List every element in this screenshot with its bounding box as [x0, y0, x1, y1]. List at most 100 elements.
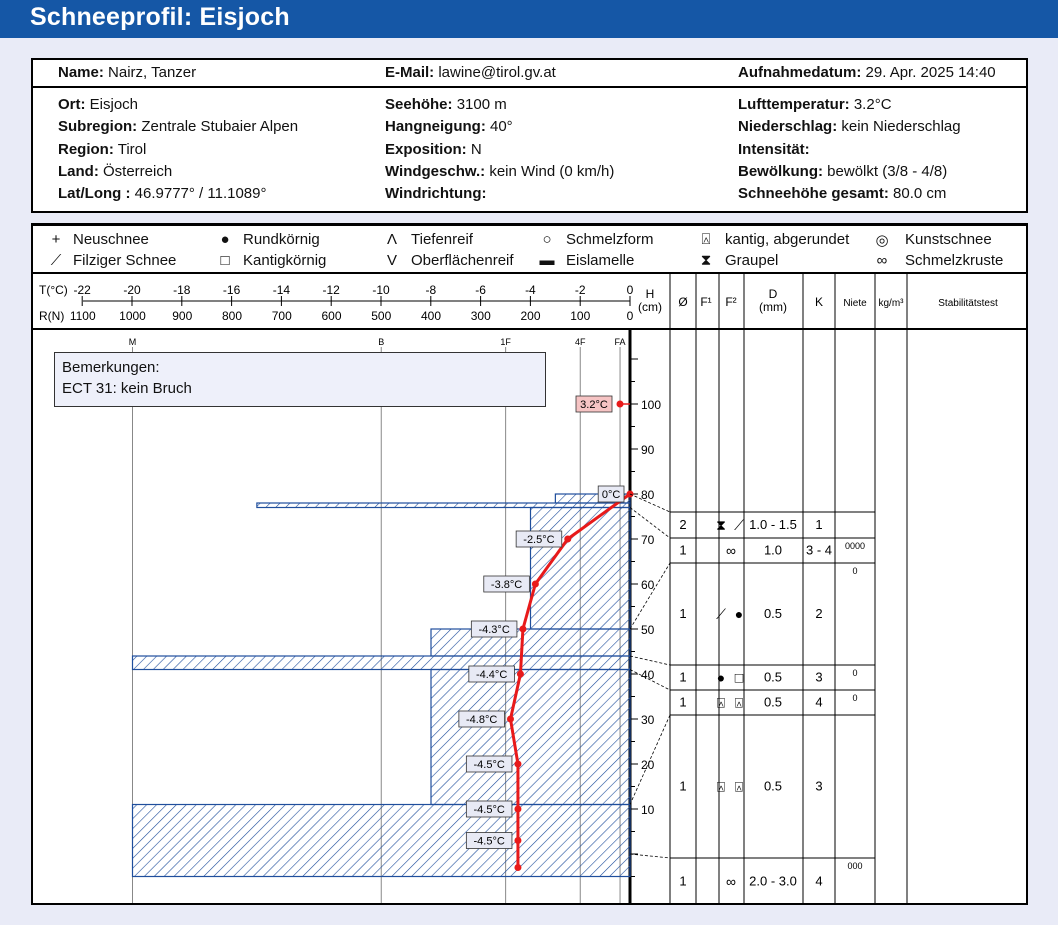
temp-point — [514, 805, 522, 813]
ram-tick-label: 1000 — [119, 309, 146, 323]
intensitaet-field: Intensität: — [738, 141, 810, 158]
exposition-field: Exposition: N — [385, 141, 482, 158]
layer-niete: 0 — [852, 668, 857, 678]
layer-moisture: 1 — [679, 606, 686, 621]
rounded-faceted-icon: ⍓ — [717, 695, 725, 711]
temp-label: -3.8°C — [491, 579, 522, 591]
table-header: Niete — [843, 298, 867, 309]
height-tick-label: 50 — [641, 623, 655, 637]
layer-hardness: 3 — [815, 670, 822, 685]
temp-label: -4.8°C — [466, 714, 497, 726]
latlong-value: 46.9777° / 11.1089° — [134, 185, 267, 202]
square-icon: □ — [735, 670, 744, 686]
hardness-label: 1F — [500, 337, 511, 347]
profile-chart: T(°C)R(N)-22 -20 -18 -16 -14 -12 -10 -8 -6 -4 -2 01… — [33, 225, 1026, 903]
seehoehe-value: 3100 m — [456, 96, 507, 113]
table-header: Ø — [678, 295, 687, 309]
wind-field: Windgeschw.: kein Wind (0 km/h) — [385, 163, 614, 180]
exposition-label: Exposition: — [385, 141, 467, 158]
windrichtung-field: Windrichtung: — [385, 185, 487, 202]
windrichtung-label: Windrichtung: — [385, 185, 487, 202]
table-header: F¹ — [700, 295, 711, 309]
bewoelkung-label: Bewölkung: — [738, 163, 823, 180]
table-header: D — [769, 287, 778, 301]
exposition-value: N — [470, 141, 482, 158]
height-tick-label: 10 — [641, 803, 655, 817]
temp-label: -2.5°C — [523, 534, 554, 546]
temp-label: -4.4°C — [476, 669, 507, 681]
info-panel: Name: Nairz, Tanzer E-Mail: lawine@tirol… — [31, 58, 1028, 213]
hardness-label: FA — [615, 337, 626, 347]
ram-tick-label: 900 — [172, 309, 192, 323]
layer-moisture: 1 — [679, 779, 686, 794]
email-field: E-Mail: lawine@tirol.gv.at — [385, 64, 556, 81]
layer-connector — [629, 655, 671, 666]
ram-tick-label: 100 — [570, 309, 590, 323]
date-value: 29. Apr. 2025 14:40 — [865, 64, 996, 81]
layer-grain-size: 1.0 — [764, 543, 782, 558]
region-label: Region: — [58, 141, 114, 158]
schneehoehe-field: Schneehöhe gesamt: 80.0 cm — [738, 185, 946, 202]
rounded-faceted-icon: ⍓ — [735, 695, 743, 711]
bewoelkung-value: bewölkt (3/8 - 4/8) — [827, 163, 948, 180]
hardness-block — [131, 655, 631, 671]
filled-circle-icon: ● — [717, 670, 725, 686]
layer-grain-size: 0.5 — [764, 695, 782, 710]
table-header: kg/m³ — [879, 298, 905, 309]
graupel-icon: ⧗ — [716, 517, 726, 533]
latlong-label: Lat/Long : — [58, 185, 131, 202]
table-header-unit: (mm) — [759, 300, 787, 314]
ram-tick-label: 0 — [627, 309, 634, 323]
title-bar: Schneeprofil: Eisjoch — [0, 0, 1058, 38]
remarks-title: Bemerkungen: — [62, 359, 160, 376]
hardness-block — [430, 668, 631, 806]
hangneigung-value: 40° — [490, 118, 513, 135]
name-label: Name: — [58, 64, 104, 81]
seehoehe-field: Seehöhe: 3100 m — [385, 96, 507, 113]
temp-point — [564, 535, 572, 543]
region-value: Tirol — [117, 141, 147, 158]
temp-point — [519, 625, 527, 633]
name-value: Nairz, Tanzer — [108, 64, 197, 81]
niederschlag-field: Niederschlag: kein Niederschlag — [738, 118, 961, 135]
ort-field: Ort: Eisjoch — [58, 96, 138, 113]
temp-tick-label: -18 — [173, 283, 191, 297]
rounded-faceted-icon: ⍓ — [717, 779, 725, 795]
temp-tick-label: -10 — [372, 283, 390, 297]
email-value[interactable]: lawine@tirol.gv.at — [438, 64, 556, 81]
hangneigung-field: Hangneigung: 40° — [385, 118, 513, 135]
temp-tick-label: -2 — [575, 283, 586, 297]
filled-circle-icon: ● — [735, 606, 743, 622]
hardness-label: 4F — [575, 337, 586, 347]
ram-tick-label: 800 — [222, 309, 242, 323]
height-tick-label: 40 — [641, 668, 655, 682]
temp-tick-label: -4 — [525, 283, 536, 297]
rounded-faceted-icon: ⍓ — [735, 779, 743, 795]
height-tick-label: 60 — [641, 578, 655, 592]
slash-icon: ⟋ — [734, 517, 744, 533]
seehoehe-label: Seehöhe: — [385, 96, 453, 113]
hangneigung-label: Hangneigung: — [385, 118, 486, 135]
layer-grain-size: 2.0 - 3.0 — [749, 874, 797, 889]
temp-tick-label: -14 — [273, 283, 291, 297]
height-tick-label: 20 — [641, 758, 655, 772]
ram-tick-label: 200 — [520, 309, 540, 323]
temp-point — [516, 670, 524, 678]
layer-moisture: 1 — [679, 695, 686, 710]
date-label: Aufnahmedatum: — [738, 64, 862, 81]
remarks-text: ECT 31: kein Bruch — [62, 380, 192, 397]
snow-profile-panel: + Neuschnee ⟋ Filziger Schnee ● Rundkörnig □ Ka… — [31, 223, 1028, 905]
temp-tick-label: -8 — [425, 283, 436, 297]
temp-tick-label: -16 — [223, 283, 241, 297]
name-field: Name: Nairz, Tanzer — [58, 64, 196, 81]
schneehoehe-value: 80.0 cm — [893, 185, 947, 202]
wind-value: kein Wind (0 km/h) — [489, 163, 615, 180]
height-tick-label: 80 — [641, 488, 655, 502]
layer-hardness: 4 — [815, 695, 822, 710]
remarks-box: Bemerkungen: ECT 31: kein Bruch — [54, 352, 546, 407]
land-label: Land: — [58, 163, 99, 180]
wind-label: Windgeschw.: — [385, 163, 486, 180]
melt-crust-rounded-icon: ∞ — [726, 874, 736, 890]
temp-label: -4.5°C — [473, 804, 504, 816]
layer-moisture: 1 — [679, 543, 686, 558]
